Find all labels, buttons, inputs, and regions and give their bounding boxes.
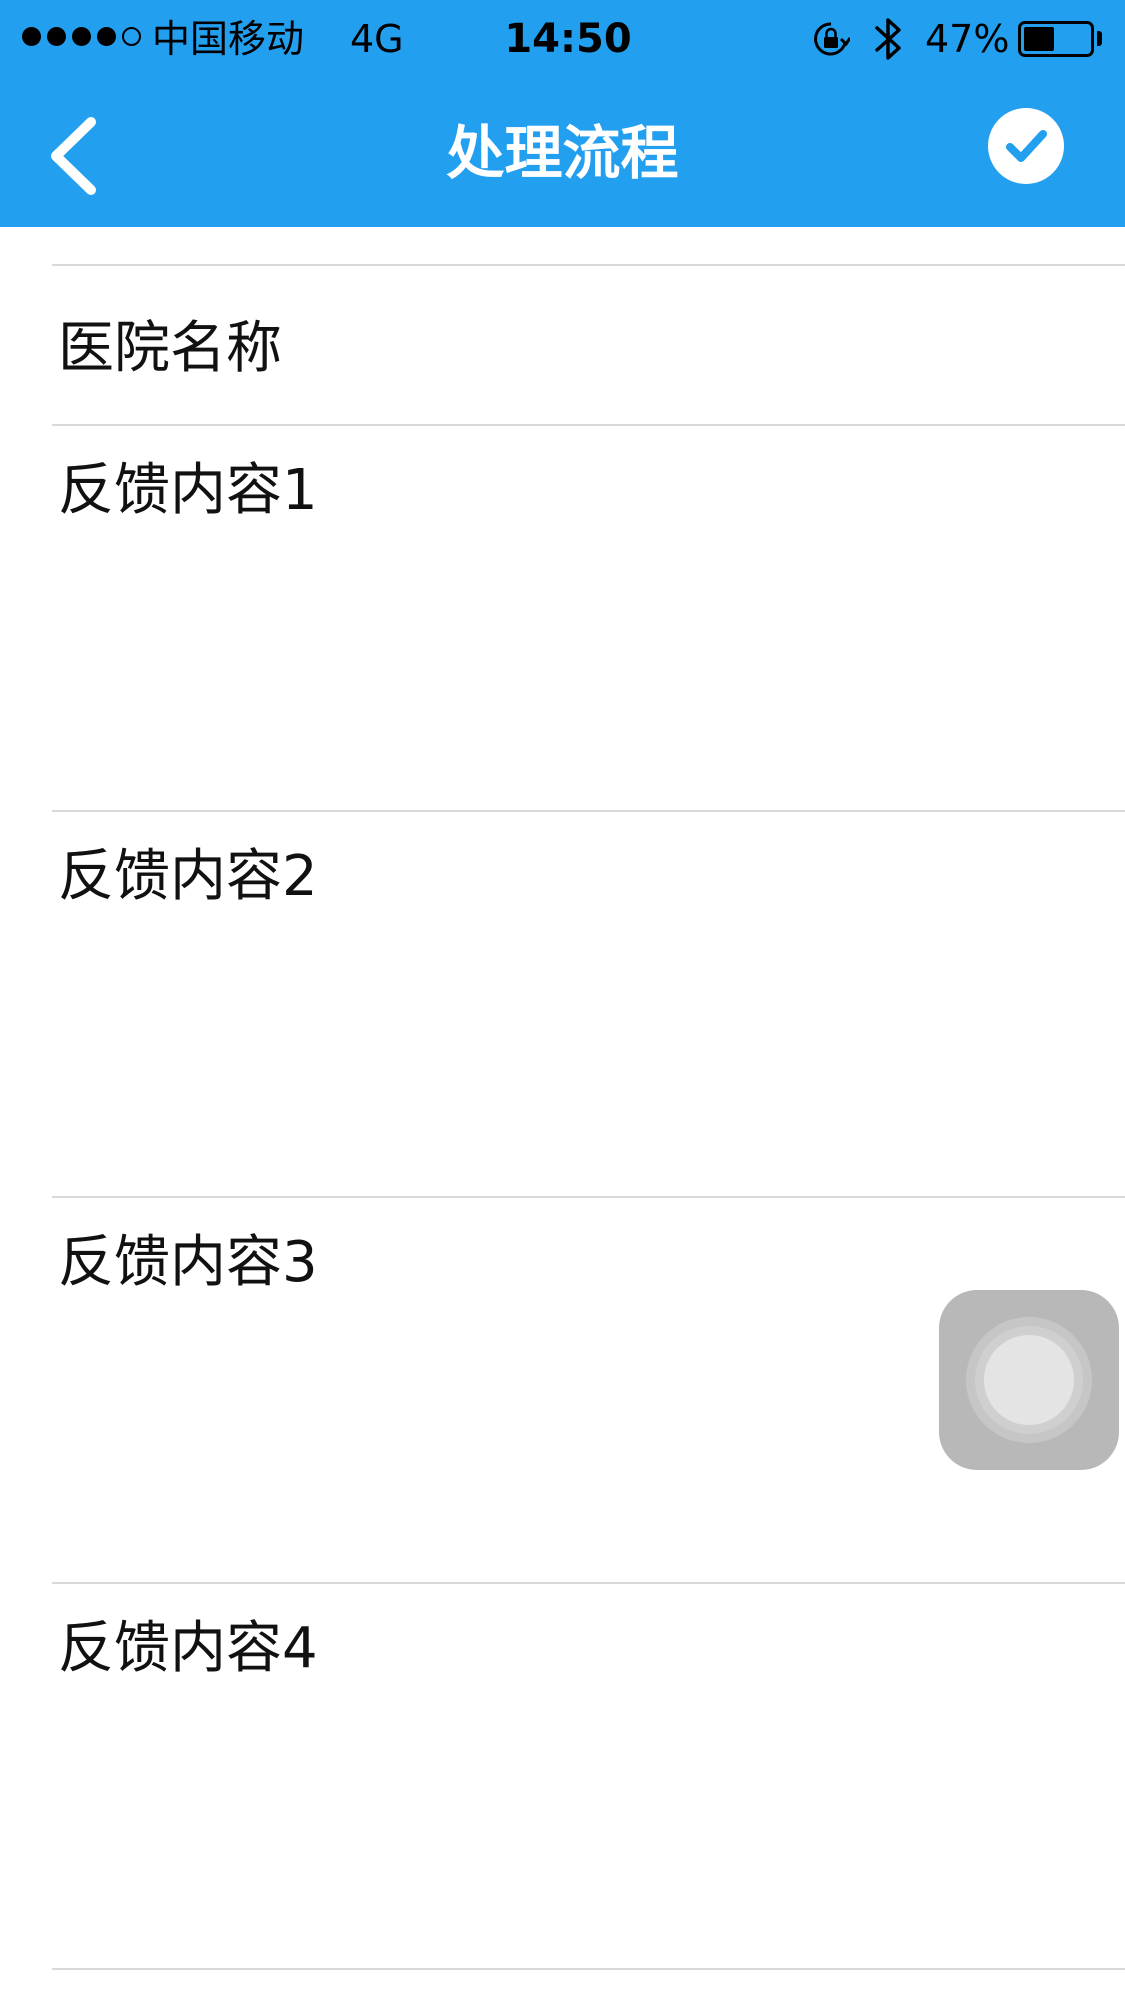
battery-icon [1018, 21, 1094, 57]
back-chevron-icon[interactable] [36, 106, 116, 196]
divider [52, 1968, 1125, 1970]
checkmark-icon [1006, 130, 1047, 162]
feedback-1-label: 反馈内容1 [58, 458, 318, 523]
signal-dot [22, 27, 41, 46]
feedback-4-field[interactable]: 反馈内容4 [52, 1584, 1125, 1968]
battery-level-fill [1024, 27, 1054, 51]
confirm-button[interactable] [988, 108, 1064, 184]
signal-dot [97, 27, 116, 46]
signal-dot [47, 27, 66, 46]
hospital-name-label: 医院名称 [58, 316, 282, 381]
status-time: 14:50 [504, 16, 632, 62]
signal-strength-icon [22, 27, 141, 46]
network-type: 4G [350, 17, 404, 61]
orientation-lock-icon [814, 22, 850, 56]
bluetooth-icon [875, 18, 901, 60]
signal-dot-empty [122, 27, 141, 46]
battery-percentage: 47% [925, 17, 1010, 61]
assistive-touch-button[interactable] [939, 1290, 1119, 1470]
battery-tip [1097, 31, 1102, 46]
assistive-touch-icon [984, 1335, 1074, 1425]
feedback-2-label: 反馈内容2 [58, 844, 318, 909]
signal-dot [72, 27, 91, 46]
feedback-1-field[interactable]: 反馈内容1 [52, 426, 1125, 810]
feedback-2-field[interactable]: 反馈内容2 [52, 812, 1125, 1196]
status-bar: 中国移动 4G 14:50 47% [0, 0, 1125, 78]
nav-bar: 处理流程 [0, 78, 1125, 227]
hospital-name-field[interactable]: 医院名称 [52, 266, 1125, 424]
carrier-name: 中国移动 [152, 17, 305, 61]
feedback-4-label: 反馈内容4 [58, 1616, 318, 1681]
page-title: 处理流程 [446, 119, 679, 187]
feedback-3-label: 反馈内容3 [58, 1230, 318, 1295]
